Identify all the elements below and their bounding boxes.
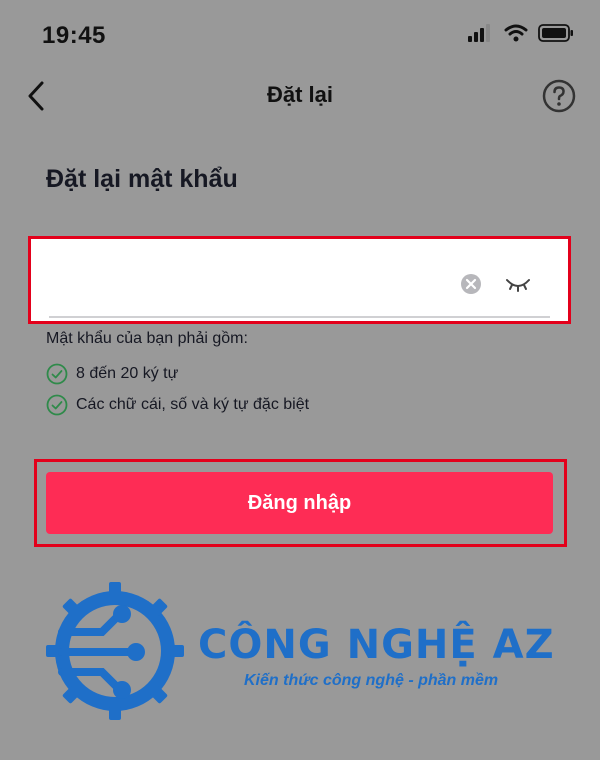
watermark-brand: CÔNG NGHỆ AZ bbox=[198, 622, 555, 668]
status-time: 19:45 bbox=[42, 22, 106, 49]
help-button[interactable] bbox=[542, 79, 576, 113]
check-circle-icon bbox=[46, 394, 68, 416]
input-underline bbox=[49, 316, 550, 318]
requirement-item: Các chữ cái, số và ký tự đặc biệt bbox=[46, 394, 309, 416]
battery-icon bbox=[538, 24, 573, 42]
login-button[interactable]: Đăng nhập bbox=[46, 472, 553, 534]
password-input[interactable] bbox=[45, 261, 449, 303]
page-title: Đặt lại bbox=[266, 82, 334, 107]
clear-icon[interactable] bbox=[460, 273, 482, 295]
check-circle-icon bbox=[46, 363, 68, 385]
status-bar: 19:45 bbox=[0, 0, 600, 72]
requirement-text: 8 đến 20 ký tự bbox=[76, 365, 179, 382]
help-icon bbox=[542, 79, 576, 113]
section-heading: Đặt lại mật khẩu bbox=[46, 165, 238, 193]
requirements-title: Mật khẩu của bạn phải gồm: bbox=[46, 330, 248, 347]
watermark-tagline: Kiến thức công nghệ - phần mềm bbox=[244, 672, 499, 689]
requirement-text: Các chữ cái, số và ký tự đặc biệt bbox=[76, 396, 310, 413]
watermark-logo bbox=[46, 582, 184, 720]
wifi-icon bbox=[504, 24, 528, 42]
password-field-container bbox=[28, 236, 571, 324]
status-icons bbox=[468, 24, 574, 42]
eye-closed-icon[interactable] bbox=[504, 273, 532, 295]
requirement-item: 8 đến 20 ký tự bbox=[46, 363, 178, 385]
signal-icon bbox=[468, 24, 490, 42]
